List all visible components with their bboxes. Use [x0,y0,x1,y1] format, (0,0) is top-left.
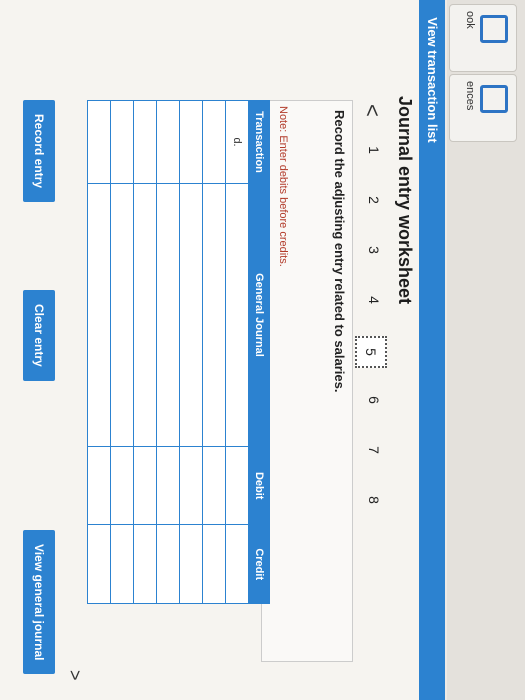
transaction-cell[interactable] [110,100,134,184]
nav-page-7[interactable]: 7 [366,436,382,464]
table-row [110,100,134,604]
col-debit: Debit [248,446,270,525]
debit-input[interactable] [87,446,111,525]
table-row [156,100,180,604]
nav-page-1[interactable]: 1 [366,136,382,164]
table-row: d. [225,100,249,604]
nav-page-4[interactable]: 4 [366,286,382,314]
next-arrow-icon[interactable]: > [64,670,85,681]
col-credit: Credit [248,524,270,604]
record-entry-button[interactable]: Record entry [23,100,55,203]
account-select[interactable] [87,183,111,447]
debit-input[interactable] [225,446,249,525]
table-row [179,100,203,604]
prev-arrow-icon[interactable]: < [359,104,385,117]
references-icon [480,85,508,113]
side-tab-ebook[interactable]: ook [449,4,517,72]
account-select[interactable] [225,183,249,447]
side-tab-references[interactable]: ences [449,74,517,142]
transaction-cell[interactable] [179,100,203,184]
nav-page-3[interactable]: 3 [366,236,382,264]
credit-input[interactable] [202,524,226,604]
col-transaction: Transaction [248,100,270,184]
view-transaction-list-label: View transaction list [425,17,440,143]
debit-input[interactable] [156,446,180,525]
side-tab-label: ences [464,81,476,111]
account-select[interactable] [110,183,134,447]
table-row [202,100,226,604]
transaction-cell[interactable]: d. [225,100,249,184]
nav-page-5[interactable]: 5 [355,336,387,368]
journal-table: Transaction General Journal Debit Credit… [87,100,270,604]
account-select[interactable] [179,183,203,447]
worksheet-screen: ook ences View transaction list Journal … [0,0,525,700]
nav-page-8[interactable]: 8 [366,486,382,514]
clear-entry-button[interactable]: Clear entry [23,290,55,381]
account-select[interactable] [202,183,226,447]
transaction-cell[interactable] [133,100,157,184]
account-select[interactable] [156,183,180,447]
credit-input[interactable] [156,524,180,604]
page-nav: < 1 2 3 4 5 6 7 8 [355,104,387,700]
left-panel: ook ences [447,0,525,700]
transaction-cell[interactable] [202,100,226,184]
table-row [133,100,157,604]
debit-input[interactable] [202,446,226,525]
side-tab-label: ook [464,11,476,29]
book-icon [480,15,508,43]
transaction-cell[interactable] [87,100,111,184]
debit-input[interactable] [133,446,157,525]
nav-page-6[interactable]: 6 [366,386,382,414]
photo-viewport: ook ences View transaction list Journal … [0,0,525,700]
page-title: Journal entry worksheet [395,96,415,305]
journal-body: d. [87,100,249,604]
note-text: Note: Enter debits before credits. [277,106,289,267]
debit-input[interactable] [179,446,203,525]
credit-input[interactable] [110,524,134,604]
credit-input[interactable] [87,524,111,604]
view-general-journal-button[interactable]: View general journal [23,530,55,675]
credit-input[interactable] [179,524,203,604]
credit-input[interactable] [133,524,157,604]
debit-input[interactable] [110,446,134,525]
nav-page-2[interactable]: 2 [366,186,382,214]
instruction-text: Record the adjusting entry related to sa… [332,110,347,393]
credit-input[interactable] [225,524,249,604]
table-row [87,100,111,604]
view-transaction-list-button[interactable]: View transaction list [419,0,445,700]
account-select[interactable] [133,183,157,447]
col-general-journal: General Journal [248,183,270,447]
transaction-cell[interactable] [156,100,180,184]
